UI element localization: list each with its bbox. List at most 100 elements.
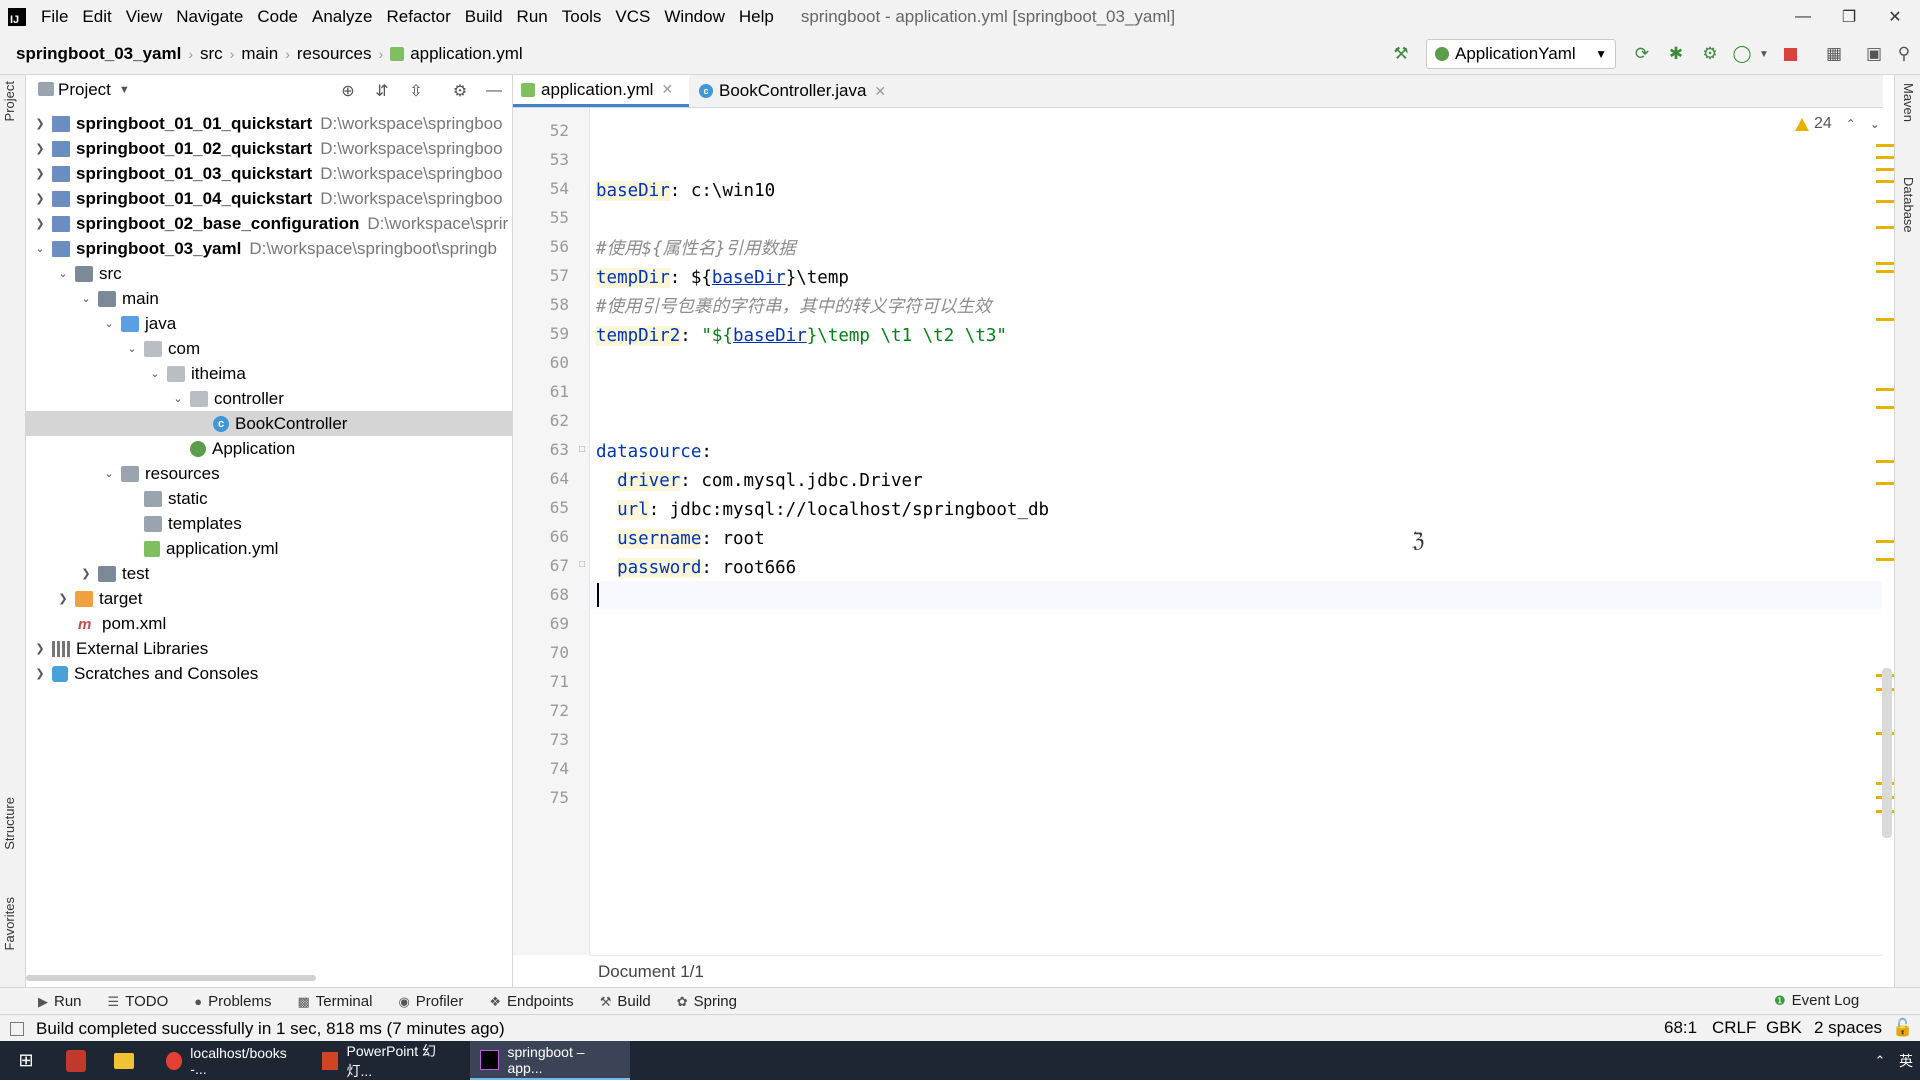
structure-tool-tab[interactable]: Structure [2, 797, 17, 850]
favorites-tool-tab[interactable]: Favorites [2, 897, 17, 950]
gear-icon[interactable]: ⚙ [450, 81, 470, 101]
expand-all-icon[interactable]: ⇵ [372, 81, 392, 101]
chevron-down-icon[interactable]: ▼ [119, 84, 130, 96]
fold-marker-icon[interactable]: □ [579, 559, 585, 570]
tree-item-class-selected[interactable]: c BookController [26, 411, 512, 436]
taskbar-intellij[interactable]: springboot – app... [470, 1041, 630, 1080]
menu-analyze[interactable]: Analyze [305, 0, 379, 34]
tree-item-folder[interactable]: ⌄ java [26, 311, 512, 336]
menu-build[interactable]: Build [458, 0, 510, 34]
breadcrumb-resources[interactable]: resources [297, 44, 372, 64]
tree-item-file[interactable]: m pom.xml [26, 611, 512, 636]
rerun-icon[interactable]: ⟳ [1630, 42, 1654, 66]
tree-item-folder[interactable]: ❯ test [26, 561, 512, 586]
stop-icon[interactable] [1778, 42, 1802, 66]
presentation-mode-icon[interactable]: ▣ [1862, 42, 1886, 66]
chevron-right-icon[interactable]: ❯ [32, 167, 48, 180]
chevron-down-icon[interactable]: ⌄ [32, 242, 48, 255]
menu-refactor[interactable]: Refactor [379, 0, 457, 34]
maven-tool-tab[interactable]: Maven [1901, 83, 1916, 122]
debug-icon[interactable]: ✱ [1664, 42, 1688, 66]
menu-window[interactable]: Window [657, 0, 731, 34]
tree-item-module[interactable]: ❯ springboot_02_base_configuration D:\wor… [26, 211, 512, 236]
event-log-button[interactable]: ❶ Event Log [1774, 992, 1859, 1009]
fold-marker-icon[interactable]: □ [579, 444, 585, 455]
chevron-down-icon[interactable]: ▼ [1752, 42, 1776, 66]
chevron-down-icon[interactable]: ⌄ [124, 342, 140, 355]
close-icon[interactable]: ✕ [874, 83, 886, 100]
chevron-right-icon[interactable]: ❯ [32, 192, 48, 205]
tree-item-package[interactable]: ⌄ com [26, 336, 512, 361]
tree-item-folder[interactable]: ⌄ main [26, 286, 512, 311]
warning-marker[interactable] [1876, 318, 1894, 321]
chevron-right-icon[interactable]: ❯ [32, 217, 48, 230]
tree-item-module[interactable]: ❯ springboot_01_02_quickstart D:\workspac… [26, 136, 512, 161]
tree-item-class[interactable]: Application [26, 436, 512, 461]
tree-item-module[interactable]: ❯ springboot_01_03_quickstart D:\workspac… [26, 161, 512, 186]
tree-item-folder[interactable]: ❯ target [26, 586, 512, 611]
tab-application-yml[interactable]: application.yml ✕ [513, 75, 689, 107]
project-panel-title[interactable]: Project [58, 80, 111, 100]
status-toggle-icon[interactable] [10, 1021, 24, 1036]
file-explorer-icon[interactable] [104, 1041, 144, 1080]
close-icon[interactable]: ✕ [661, 81, 673, 98]
problems-tool-button[interactable]: ● Problems [194, 993, 271, 1010]
warning-marker[interactable] [1876, 200, 1894, 203]
chevron-right-icon[interactable]: ❯ [32, 142, 48, 155]
game-app-icon[interactable] [56, 1041, 96, 1080]
spring-tool-button[interactable]: ✿ Spring [677, 993, 737, 1010]
locate-file-icon[interactable]: ⊕ [338, 81, 358, 101]
tree-item-scratches[interactable]: ❯ Scratches and Consoles [26, 661, 512, 686]
menu-navigate[interactable]: Navigate [169, 0, 250, 34]
vertical-scrollbar[interactable] [1882, 668, 1892, 838]
warning-marker[interactable] [1876, 388, 1894, 391]
lock-icon[interactable]: 🔓 [1892, 1018, 1913, 1038]
warning-marker[interactable] [1876, 226, 1894, 229]
close-window-button[interactable]: ✕ [1872, 0, 1918, 34]
chevron-right-icon[interactable]: ❯ [55, 592, 71, 605]
tree-item-folder[interactable]: templates [26, 511, 512, 536]
chevron-down-icon[interactable]: ⌄ [101, 467, 117, 480]
menu-tools[interactable]: Tools [555, 0, 609, 34]
search-icon[interactable]: ⚲ [1892, 42, 1916, 66]
menu-edit[interactable]: Edit [75, 0, 118, 34]
breadcrumb-file[interactable]: application.yml [410, 44, 522, 64]
chevron-right-icon[interactable]: ❯ [32, 667, 48, 680]
project-structure-icon[interactable]: ▦ [1822, 42, 1846, 66]
menu-vcs[interactable]: VCS [608, 0, 657, 34]
chevron-right-icon[interactable]: ❯ [32, 117, 48, 130]
hide-panel-icon[interactable]: — [484, 81, 504, 101]
ime-indicator[interactable]: 英 [1892, 1041, 1920, 1080]
todo-tool-button[interactable]: ☰ TODO [108, 993, 169, 1010]
horizontal-scrollbar[interactable] [26, 975, 316, 981]
warning-marker[interactable] [1876, 180, 1894, 183]
minimize-button[interactable]: — [1780, 0, 1826, 34]
warning-marker[interactable] [1876, 262, 1894, 265]
run-tool-button[interactable]: ▶ Run [38, 993, 82, 1010]
error-stripe[interactable] [1874, 108, 1894, 955]
database-tool-tab[interactable]: Database [1901, 177, 1916, 233]
chevron-down-icon[interactable]: ⌄ [147, 367, 163, 380]
build-tool-button[interactable]: ⚒ Build [600, 993, 651, 1010]
warning-marker[interactable] [1876, 406, 1894, 409]
chevron-down-icon[interactable]: ⌄ [78, 292, 94, 305]
warning-marker[interactable] [1876, 460, 1894, 463]
taskbar-chrome[interactable]: localhost/books -... [156, 1041, 306, 1080]
chevron-right-icon[interactable]: ❯ [78, 567, 94, 580]
chevron-down-icon[interactable]: ⌄ [170, 392, 186, 405]
warning-marker[interactable] [1876, 144, 1894, 147]
tree-item-folder[interactable]: ⌄ resources [26, 461, 512, 486]
taskbar-powerpoint[interactable]: PowerPoint 幻灯... [312, 1041, 462, 1080]
tree-item-package[interactable]: ⌄ controller [26, 386, 512, 411]
warning-marker[interactable] [1876, 270, 1894, 273]
breadcrumb-src[interactable]: src [200, 44, 223, 64]
build-hammer-icon[interactable]: ⚒ [1389, 42, 1413, 66]
menu-file[interactable]: File [34, 0, 75, 34]
document-crumb[interactable]: Document 1/1 [598, 962, 704, 982]
tree-item-module[interactable]: ❯ springboot_01_01_quickstart D:\workspac… [26, 111, 512, 136]
endpoints-tool-button[interactable]: ❖ Endpoints [489, 993, 573, 1010]
warning-marker[interactable] [1876, 156, 1894, 159]
menu-code[interactable]: Code [250, 0, 305, 34]
tree-item-folder[interactable]: static [26, 486, 512, 511]
project-tool-tab[interactable]: Project [2, 81, 17, 121]
